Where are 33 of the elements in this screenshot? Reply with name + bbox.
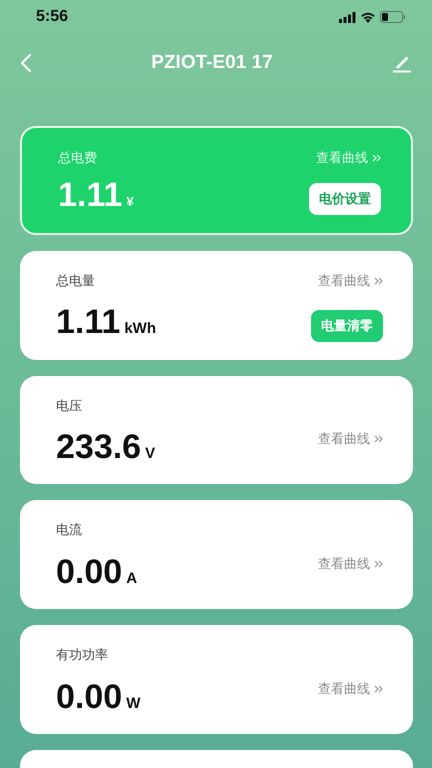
metric-unit: V [145, 444, 156, 464]
metric-label: 电压 [56, 396, 83, 415]
battery-icon [380, 11, 406, 23]
metric-unit: A [126, 568, 138, 589]
metric-value: 0.00 [56, 554, 122, 592]
metric-value: 1.11 [56, 304, 120, 342]
metric-value: 233.6 [56, 429, 142, 466]
double-chevron-icon [374, 276, 383, 285]
view-curve-link[interactable]: 查看曲线 [316, 148, 381, 168]
metric-value: 0.00 [56, 678, 122, 716]
metric-label: 电流 [56, 521, 83, 540]
double-chevron-icon [374, 560, 383, 568]
wifi-icon [360, 11, 376, 23]
action-button[interactable]: 电量清零 [311, 310, 383, 342]
view-curve-link[interactable]: 查看曲线 [318, 429, 383, 449]
view-curve-link[interactable]: 查看曲线 [318, 270, 383, 290]
metric-unit: W [126, 694, 140, 714]
view-curve-link[interactable]: 查看曲线 [318, 554, 383, 574]
metric-label: 总电量 [56, 272, 96, 290]
metric-label: 总电费 [58, 149, 98, 167]
metric-unit: kWh [124, 319, 156, 340]
view-curve-link[interactable]: 查看曲线 [318, 678, 383, 698]
metric-unit: ¥ [126, 193, 134, 212]
signal-icon [339, 12, 356, 22]
status-time: 5:56 [36, 7, 68, 27]
device-title: PZIOT-E01 17 [151, 50, 273, 75]
action-button[interactable]: 电价设置 [309, 183, 381, 215]
double-chevron-icon [374, 435, 383, 444]
back-icon [20, 53, 32, 73]
double-chevron-icon [372, 154, 381, 162]
metric-value: 1.11 [58, 177, 122, 215]
metric-label: 有功功率 [56, 646, 109, 664]
double-chevron-icon [374, 684, 383, 693]
